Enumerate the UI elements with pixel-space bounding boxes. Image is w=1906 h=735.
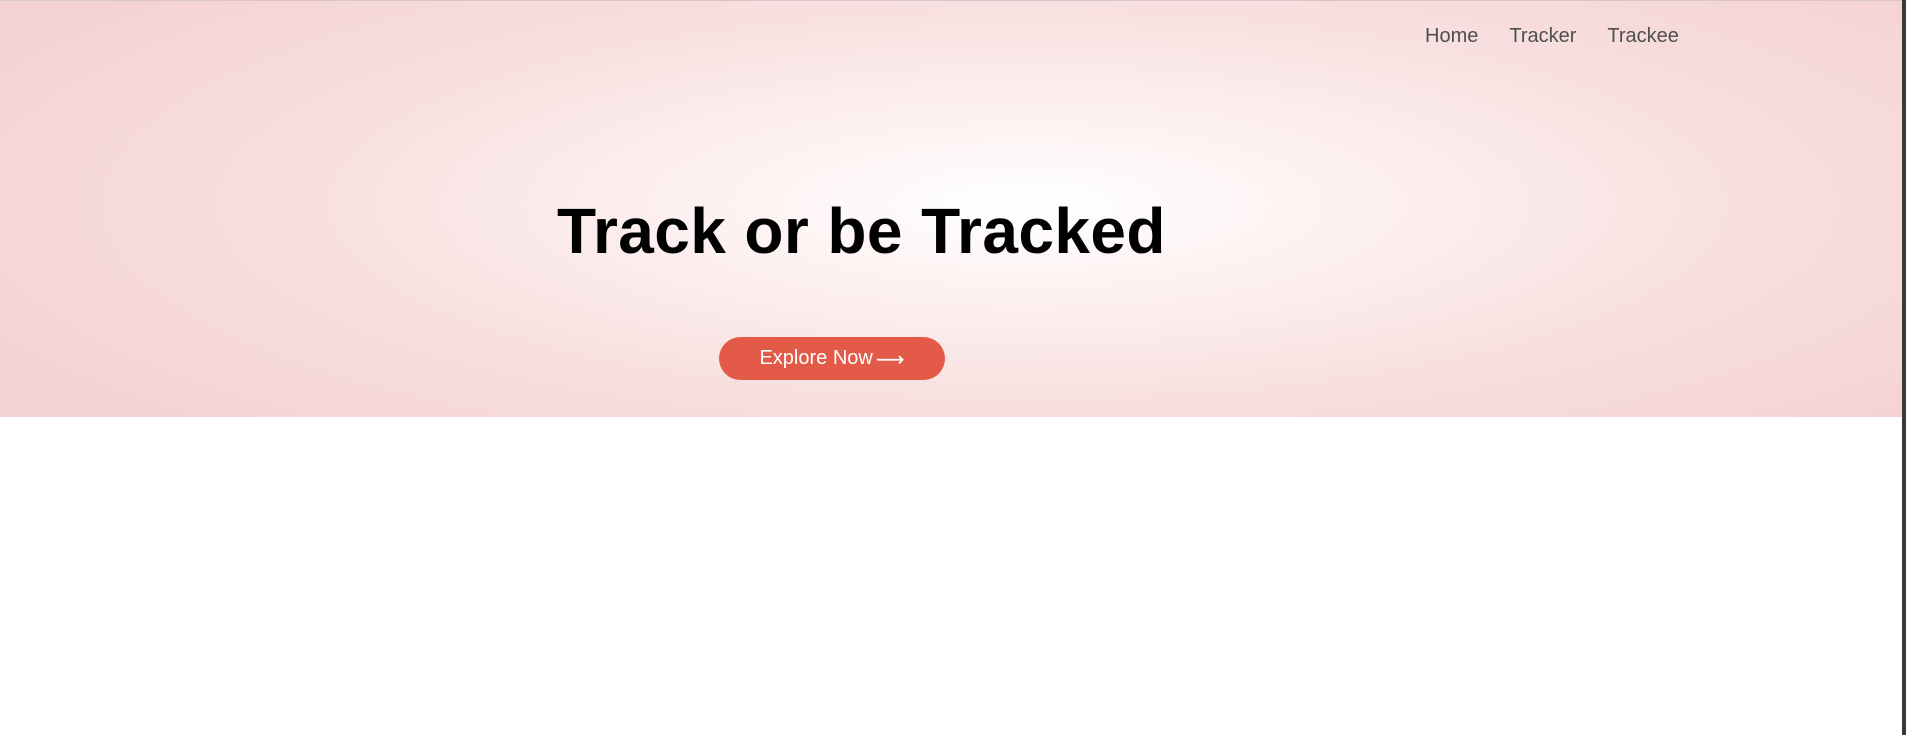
window-edge (1902, 0, 1906, 735)
explore-now-label: Explore Now (759, 347, 873, 369)
nav-item-tracker[interactable]: Tracker (1509, 23, 1576, 49)
hero-banner: Home Tracker Trackee Track or be Tracked… (0, 0, 1902, 417)
top-nav: Home Tracker Trackee (1425, 23, 1710, 49)
hero-title: Track or be Tracked (557, 195, 1166, 267)
explore-now-button[interactable]: Explore Now ⟶ (719, 337, 945, 380)
page: Home Tracker Trackee Track or be Tracked… (0, 0, 1906, 735)
nav-item-trackee[interactable]: Trackee (1607, 23, 1679, 49)
nav-item-home[interactable]: Home (1425, 23, 1478, 49)
arrow-right-icon: ⟶ (875, 348, 905, 371)
